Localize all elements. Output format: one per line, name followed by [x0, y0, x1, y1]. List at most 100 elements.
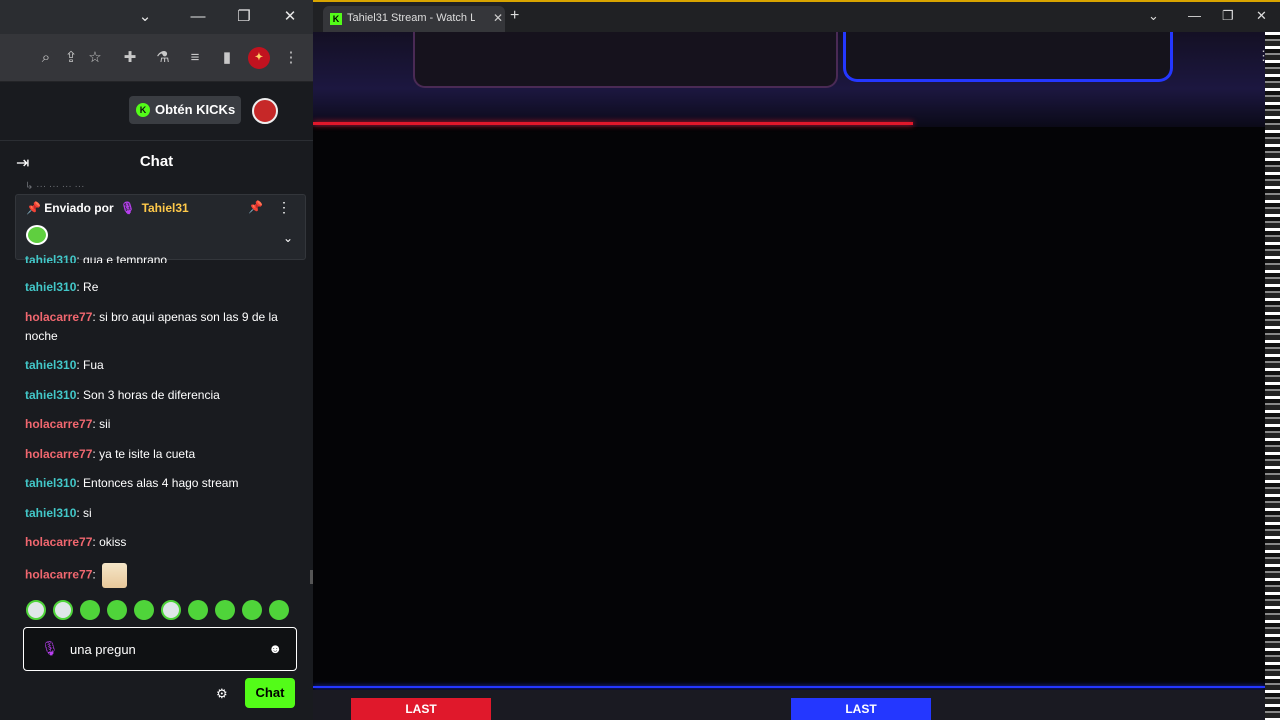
chat-input-box: 🎙 ☻ [23, 627, 297, 671]
chat-message: tahiel310: Fua [25, 356, 293, 375]
emote-7[interactable] [188, 600, 208, 620]
pinned-message: 📌 Enviado por 🎙 Tahiel31 📌 ⋮ ⌄ [15, 194, 306, 260]
chat-message-text: Fua [83, 358, 104, 372]
pinned-username[interactable]: Tahiel31 [142, 201, 189, 215]
chat-message: tahiel310: Re [25, 278, 293, 297]
emote-9[interactable] [242, 600, 262, 620]
get-kicks-label: Obtén KICKs [155, 102, 236, 117]
chat-username[interactable]: holacarre77 [25, 447, 92, 461]
share-icon[interactable]: ⇪ [60, 47, 82, 69]
profile-extension-icon[interactable]: ✦ [248, 47, 270, 69]
chat-settings-icon[interactable]: ⚙ [216, 686, 228, 702]
emote-3[interactable] [80, 600, 100, 620]
kick-coin-icon: K [136, 103, 150, 117]
chat-window: ⌄ — ❐ ✕ ⌕ ⇪ ☆ ✚ ⚗ ≡ ▮ ✦ ⋮ K Obtén KICKs … [0, 0, 313, 720]
last-label-right: LAST [791, 698, 931, 720]
chat-username[interactable]: tahiel310 [25, 476, 76, 490]
last-label-left: LAST [351, 698, 491, 720]
close-button[interactable]: ✕ [1256, 8, 1267, 24]
search-icon[interactable]: ⌕ [35, 47, 57, 69]
overlay-blue-line [313, 686, 1265, 688]
star-icon[interactable]: ☆ [84, 47, 106, 69]
chat-message: holacarre77: okiss [25, 533, 293, 552]
window-titlebar: ⌄ — ❐ ✕ [0, 0, 313, 34]
pinned-emote [26, 225, 48, 245]
browser-tabstrip: K Tahiel31 Stream - Watch Live on ✕ + ⌄ … [313, 0, 1280, 34]
stream-window: K Tahiel31 Stream - Watch Live on ✕ + ⌄ … [313, 0, 1280, 720]
stream-video[interactable]: LAST LAST [313, 32, 1265, 720]
tab-search-dropdown-icon[interactable]: ⌄ [133, 6, 157, 28]
video-noise-strip [1265, 32, 1280, 720]
sidepanel-icon[interactable]: ▮ [216, 47, 238, 69]
chevron-down-icon[interactable]: ⌄ [283, 231, 293, 245]
chat-username[interactable]: tahiel310 [25, 358, 76, 372]
emote-2[interactable] [53, 600, 73, 620]
emote-8[interactable] [215, 600, 235, 620]
chat-message-text: Re [83, 280, 99, 294]
playlist-icon[interactable]: ≡ [184, 47, 206, 69]
emote-4[interactable] [107, 600, 127, 620]
chat-message: tahiel310: si [25, 504, 293, 523]
chat-username[interactable]: tahiel310 [25, 388, 76, 402]
restore-button[interactable]: ❐ [232, 6, 256, 28]
tab-close-icon[interactable]: ✕ [493, 11, 503, 25]
chat-messages: tahiel310: Re holacarre77: si bro aqui ap… [25, 278, 293, 598]
kick-header: K Obtén KICKs [0, 82, 313, 138]
chat-input[interactable] [70, 638, 260, 660]
restore-button[interactable]: ❐ [1222, 8, 1234, 24]
chat-send-button[interactable]: Chat [245, 678, 295, 708]
tab-stream[interactable]: K Tahiel31 Stream - Watch Live on ✕ [323, 6, 505, 34]
overlay-frame-left [413, 32, 838, 88]
chat-message-text: si [83, 505, 92, 520]
chat-message: tahiel310: Son 3 horas de diferencia [25, 386, 293, 405]
chat-username[interactable]: holacarre77 [25, 535, 92, 549]
chat-username[interactable]: holacarre77 [25, 310, 92, 324]
chat-message: holacarre77: [25, 562, 293, 588]
chat-title: Chat [139, 153, 174, 170]
emote-1[interactable] [26, 600, 46, 620]
close-button[interactable]: ✕ [278, 6, 302, 28]
new-tab-icon[interactable]: + [510, 7, 519, 25]
chat-message-text: okiss [99, 535, 127, 549]
unpin-icon[interactable]: 📌 [248, 200, 263, 214]
chat-message-text: Entonces alas 4 hago stream [83, 476, 239, 490]
tab-search-icon[interactable]: ⌄ [1148, 8, 1159, 24]
kick-favicon-icon: K [330, 13, 342, 25]
chat-emote [102, 562, 128, 588]
flask-icon[interactable]: ⚗ [152, 47, 174, 69]
partial-message: tahiel310: gua e temprano [25, 253, 168, 263]
browser-toolbar: ⌕ ⇪ ☆ ✚ ⚗ ≡ ▮ ✦ ⋮ [0, 34, 313, 82]
emote-5[interactable] [134, 600, 154, 620]
chat-username[interactable]: tahiel310 [25, 280, 76, 294]
emote-10[interactable] [269, 600, 289, 620]
overlay-red-line [313, 122, 913, 125]
chat-message-text: Son 3 horas de diferencia [83, 387, 220, 402]
chat-message: holacarre77: ya te isite la cueta [25, 445, 293, 464]
chat-message-text: sii [99, 417, 111, 431]
chat-message-text: ya te isite la cueta [99, 446, 196, 461]
message-separator: : [92, 567, 100, 582]
chat-username[interactable]: holacarre77 [25, 567, 92, 581]
minimize-button[interactable]: — [186, 6, 210, 28]
emote-bar [26, 600, 296, 622]
chat-message: holacarre77: si bro aqui apenas son las … [25, 308, 293, 346]
pin-icon: 📌 [26, 201, 41, 215]
emoji-picker-icon[interactable]: ☻ [268, 641, 282, 656]
pinned-sent-by: Enviado por [44, 201, 114, 215]
get-kicks-button[interactable]: K Obtén KICKs [129, 96, 241, 124]
chat-username[interactable]: holacarre77 [25, 417, 92, 431]
extensions-icon[interactable]: ✚ [119, 47, 141, 69]
emote-6[interactable] [161, 600, 181, 620]
mic-badge-icon: 🎙 [119, 201, 136, 215]
user-avatar[interactable] [252, 98, 278, 124]
reply-preview: ↳ ··· ··· ··· ··· [25, 181, 85, 192]
mic-icon: 🎙 [41, 640, 59, 656]
chat-header: ⇥ Chat [0, 140, 313, 182]
chat-message: tahiel310: Entonces alas 4 hago stream [25, 474, 293, 493]
pinned-options-icon[interactable]: ⋮ [277, 199, 291, 216]
menu-icon[interactable]: ⋮ [280, 47, 302, 69]
overlay-frame-right [843, 32, 1173, 82]
chat-username[interactable]: tahiel310 [25, 506, 76, 520]
minimize-button[interactable]: — [1188, 8, 1201, 23]
chat-message: holacarre77: sii [25, 415, 293, 434]
